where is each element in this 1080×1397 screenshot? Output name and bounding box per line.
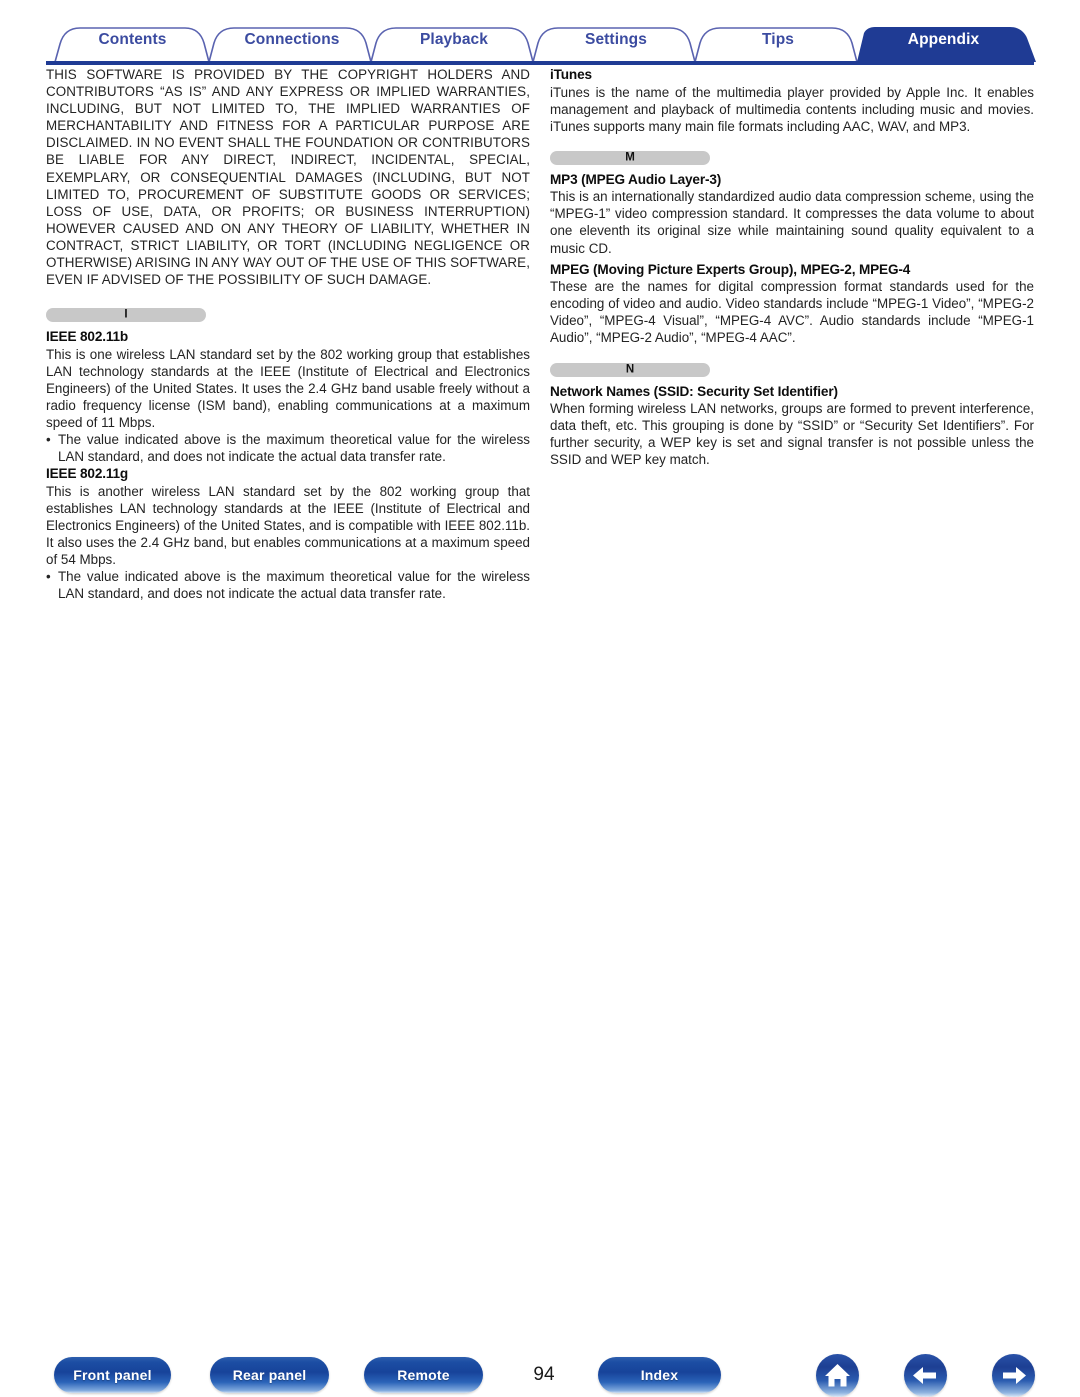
term-mp3-text: This is an internationally standardized … <box>550 189 1034 256</box>
section-letter-bar-m: M <box>550 150 710 165</box>
left-column: THIS SOFTWARE IS PROVIDED BY THE COPYRIG… <box>46 66 530 603</box>
section-letter-bar-i: I <box>46 308 206 323</box>
tab-tips[interactable]: Tips <box>702 31 854 49</box>
page-number: 94 <box>533 1364 555 1385</box>
tab-appendix[interactable]: Appendix <box>866 31 1021 49</box>
license-paragraph: THIS SOFTWARE IS PROVIDED BY THE COPYRIG… <box>46 67 530 288</box>
list-item: The value indicated above is the maximum… <box>46 431 530 465</box>
next-page-button[interactable] <box>992 1354 1035 1397</box>
remote-button[interactable]: Remote <box>364 1357 483 1393</box>
home-icon <box>825 1364 850 1387</box>
section-letter-i: I <box>124 308 128 321</box>
term-network-names: Network Names (SSID: Security Set Identi… <box>550 383 838 399</box>
term-mpeg: MPEG (Moving Picture Experts Group), MPE… <box>550 261 911 277</box>
footer-navigation: Front panel Rear panel Remote 94 Index <box>0 666 1080 1397</box>
previous-page-button[interactable] <box>904 1354 947 1397</box>
term-mp3: MP3 (MPEG Audio Layer-3) <box>550 171 722 187</box>
page-content: THIS SOFTWARE IS PROVIDED BY THE COPYRIG… <box>0 66 1080 666</box>
term-itunes-text: iTunes is the name of the multimedia pla… <box>550 84 1034 134</box>
arrow-left-icon <box>913 1367 936 1384</box>
list-item: The value indicated above is the maximum… <box>46 568 530 602</box>
note-list-802-11b: The value indicated above is the maximum… <box>46 431 530 465</box>
term-mpeg-text: These are the names for digital compress… <box>550 279 1034 346</box>
note-list-802-11g: The value indicated above is the maximum… <box>46 568 530 602</box>
term-ieee-802-11b-text: This is one wireless LAN standard set by… <box>46 346 530 431</box>
term-ieee-802-11g-text: This is another wireless LAN standard se… <box>46 483 530 568</box>
index-button[interactable]: Index <box>598 1357 721 1393</box>
tab-playback[interactable]: Playback <box>378 31 530 49</box>
term-network-names-text: When forming wireless LAN networks, grou… <box>550 401 1034 468</box>
section-letter-bar-n: N <box>550 362 710 377</box>
tab-connections[interactable]: Connections <box>216 31 368 49</box>
term-ieee-802-11g: IEEE 802.11g <box>46 466 129 482</box>
right-column: iTunes iTunes is the name of the multime… <box>550 66 1034 468</box>
arrow-right-icon <box>1003 1367 1026 1384</box>
section-letter-m: M <box>625 151 635 164</box>
tab-settings[interactable]: Settings <box>540 31 692 49</box>
term-ieee-802-11b: IEEE 802.11b <box>46 329 129 345</box>
tab-contents[interactable]: Contents <box>55 31 210 49</box>
tab-bar: Contents Connections Playback Settings T… <box>0 0 1080 66</box>
home-button[interactable] <box>816 1354 859 1397</box>
front-panel-button[interactable]: Front panel <box>54 1357 171 1393</box>
section-letter-n: N <box>625 362 635 375</box>
rear-panel-button[interactable]: Rear panel <box>210 1357 329 1393</box>
term-itunes: iTunes <box>550 67 592 82</box>
